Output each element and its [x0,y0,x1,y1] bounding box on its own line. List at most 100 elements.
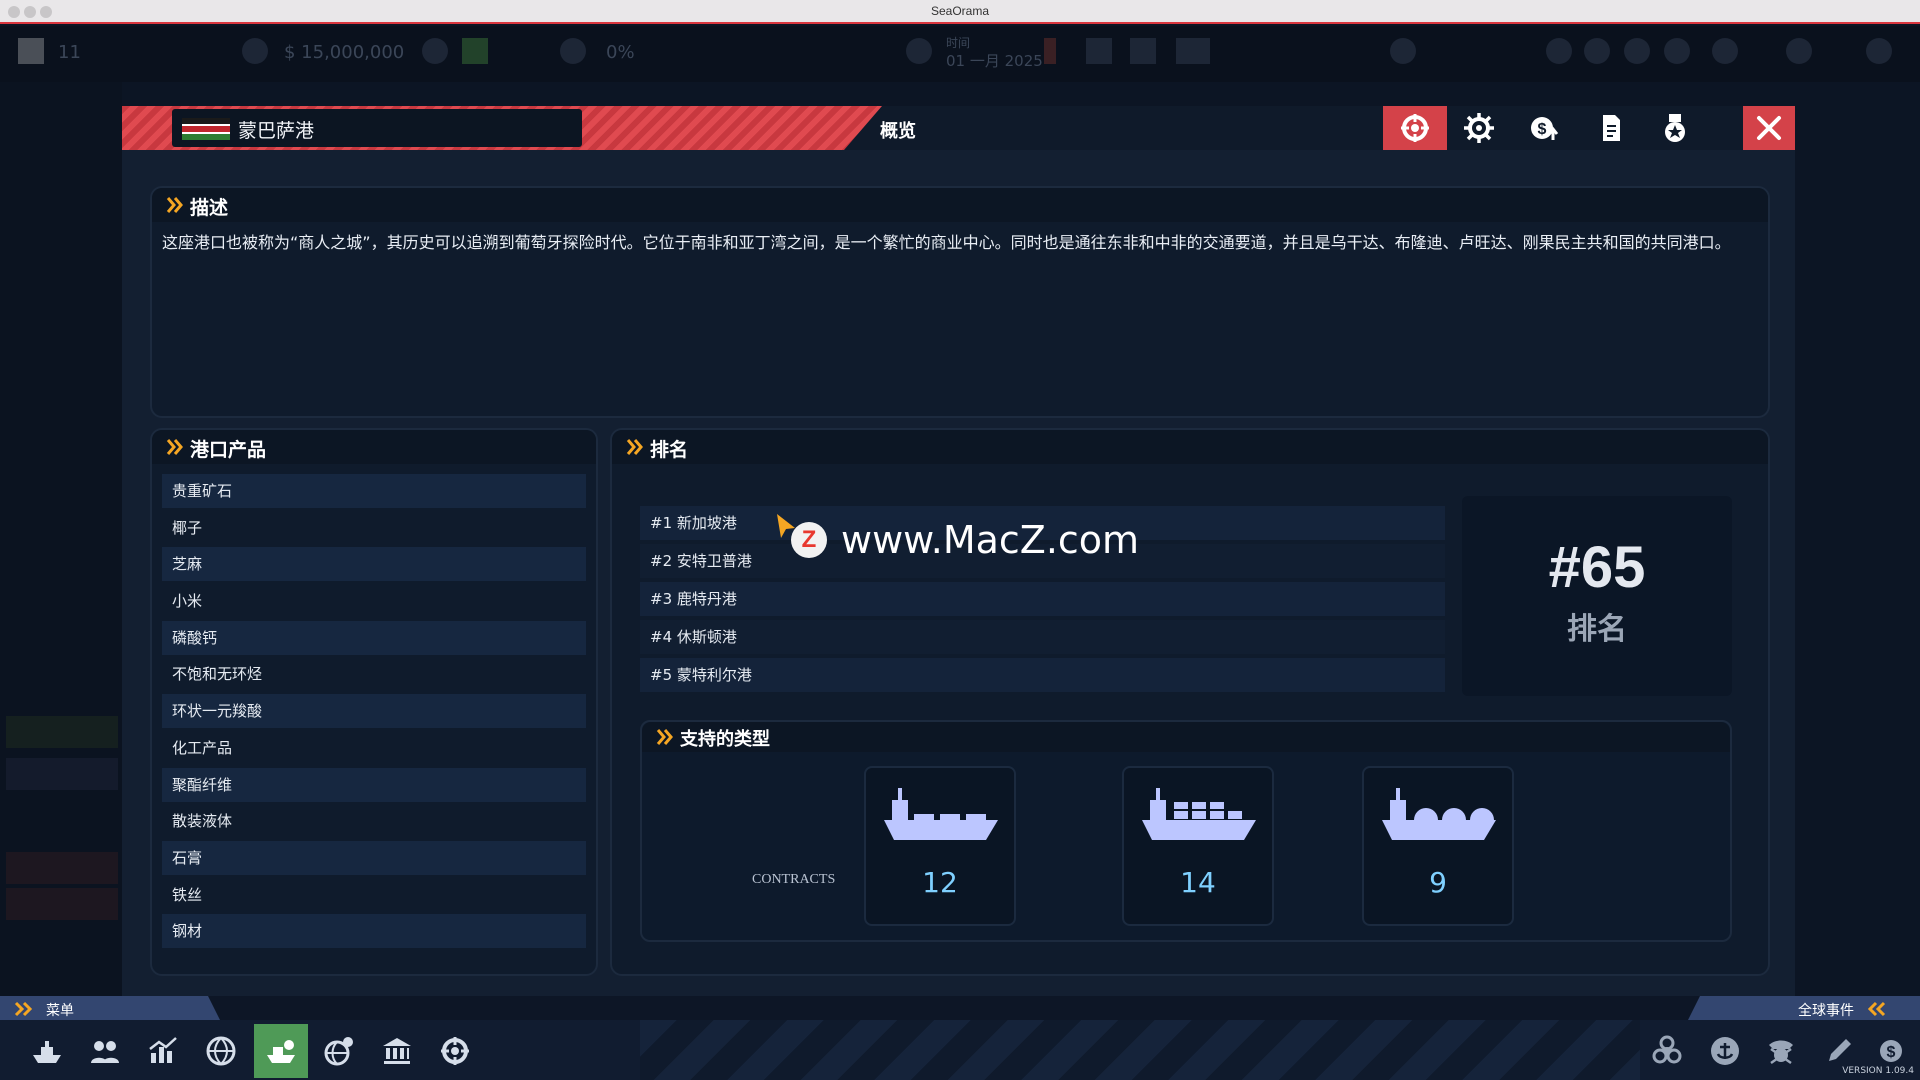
chevron-right-icon [166,439,183,455]
nav-ports-button[interactable] [254,1024,308,1078]
product-item: 聚酯纤维 [162,767,586,802]
contracts-label: CONTRACTS [752,872,836,887]
nav-pirates-button[interactable] [1754,1024,1808,1078]
sidebar-ship-item[interactable] [6,716,118,748]
ship-count: 9 [1429,866,1447,899]
gear-icon [1464,113,1494,143]
supported-types-title: 支持的类型 [680,729,770,750]
cargo-icon [560,38,586,64]
ranking-header: 排名 [612,430,1768,464]
ship-type-card[interactable]: 12 [864,766,1016,926]
ship-type-card[interactable]: 14 [1122,766,1274,926]
nav-statistics-button[interactable] [136,1024,190,1078]
weather-icon[interactable] [1584,38,1610,64]
watermark-logo: Z [791,522,827,558]
document-icon [1603,115,1620,141]
rank-item[interactable]: #3 鹿特丹港 [640,582,1445,616]
fast-forward-button[interactable] [1130,38,1156,64]
settings-gear-icon[interactable] [1866,38,1892,64]
global-events-label[interactable]: 全球事件 [1798,1000,1854,1020]
products-list[interactable]: 贵重矿石 椰子 芝麻 小米 磷酸钙 不饱和无环烃 环状一元羧酸 化工产品 聚酯纤… [162,474,586,962]
hud-money: $ 15,000,000 [284,42,405,63]
products-title: 港口产品 [190,439,267,461]
ship-type-card[interactable]: 9 [1362,766,1514,926]
menu-label[interactable]: 菜单 [46,1000,74,1020]
top-hud: 11 $ 15,000,000 0% 时间 01 一月 2025 [0,26,1920,82]
finance-icon[interactable] [1546,38,1572,64]
port-name: 蒙巴萨港 [238,120,315,142]
products-header: 港口产品 [152,430,596,464]
tab-title: 概览 [880,121,916,142]
sidebar-ship-item[interactable] [6,852,118,884]
product-item: 椰子 [172,518,203,537]
nav-fleet-button[interactable] [20,1024,74,1078]
pen-icon [1829,1039,1851,1061]
nav-staff-button[interactable] [78,1024,132,1078]
ranking-panel: 排名 #1 新加坡港 #2 安特卫普港 #3 鹿特丹港 #4 休斯顿港 #5 蒙… [610,428,1770,976]
tab-finance-button[interactable]: $ [1513,106,1577,150]
rank-item[interactable]: #5 蒙特利尔港 [640,658,1445,692]
money-icon [242,38,268,64]
ship-list-sidebar [0,82,122,1002]
dialog-header: 蒙巴萨港 概览 $ [122,106,1795,150]
virus-icon[interactable] [1786,38,1812,64]
hud-level: 11 [58,42,81,63]
product-item: 化工产品 [172,738,233,757]
tab-overview-button[interactable] [1383,106,1447,150]
nav-bank-button[interactable] [370,1024,424,1078]
nav-routes-button[interactable] [312,1024,366,1078]
window-title: SeaOrama [930,4,990,18]
description-panel: 描述 这座港口也被称为“商人之城”，其历史可以追溯到葡萄牙探险时代。它位于南非和… [150,186,1770,418]
fastest-forward-button[interactable] [1176,38,1210,64]
ship-icon [33,1041,61,1063]
supported-types-panel: 支持的类型 CONTRACTS 12 14 9 [640,720,1732,942]
product-item: 散装液体 [172,812,233,831]
bottom-bar-stripes [640,1020,1640,1080]
ship-count: 14 [1180,866,1216,899]
description-title: 描述 [190,197,229,219]
port-products-panel: 港口产品 贵重矿石 椰子 芝麻 小米 磷酸钙 不饱和无环烃 环状一元羧酸 化工产… [150,428,598,976]
ship-selected-icon [267,1040,295,1063]
watermark-text: www.MacZ.com [841,518,1140,562]
play-button[interactable] [1086,38,1112,64]
pirate-icon [1769,1040,1793,1065]
hud-percent: 0% [606,42,635,63]
status-icon [462,38,488,64]
sidebar-ship-item[interactable] [6,888,118,920]
ship-count: 12 [922,866,958,899]
hud-date: 01 一月 2025 [946,52,1043,70]
tab-settings-button[interactable] [1447,106,1511,150]
tab-awards-button[interactable] [1643,106,1707,150]
chevron-right-icon [626,439,643,455]
nav-anchor-button[interactable] [1698,1024,1752,1078]
close-icon [1757,116,1781,140]
nav-disasters-button[interactable] [1640,1024,1694,1078]
map-icon[interactable] [1664,38,1690,64]
alert-icon[interactable] [1390,38,1416,64]
nav-port-button[interactable] [428,1024,482,1078]
globe-gear-icon [324,1037,353,1066]
globe-icon[interactable] [1624,38,1650,64]
product-item: 磷酸钙 [162,620,586,655]
rank-item[interactable]: #4 休斯顿港 [640,620,1445,654]
clock-icon [906,38,932,64]
chevron-left-icon [1867,1001,1886,1017]
own-rank-number: #65 [1548,535,1646,600]
pause-button[interactable] [1044,38,1056,64]
product-item: 不饱和无环烃 [172,665,263,684]
close-dialog-button[interactable] [1743,106,1795,150]
container-ship-icon [1142,788,1256,840]
own-rank-card: #65 排名 [1462,496,1732,696]
globe-icon [206,1036,236,1066]
nav-world-button[interactable] [194,1024,248,1078]
sidebar-ship-item[interactable] [6,758,118,790]
tanker-ship-icon [884,788,998,840]
hud-date-label: 时间 [946,36,971,50]
people-icon [91,1041,119,1063]
building-icon[interactable] [1712,38,1738,64]
tab-contracts-button[interactable] [1579,106,1643,150]
kenya-flag-icon [182,118,230,140]
port-wheel-icon [441,1037,469,1065]
gas-carrier-ship-icon [1382,788,1496,840]
chevron-right-icon [656,729,673,745]
